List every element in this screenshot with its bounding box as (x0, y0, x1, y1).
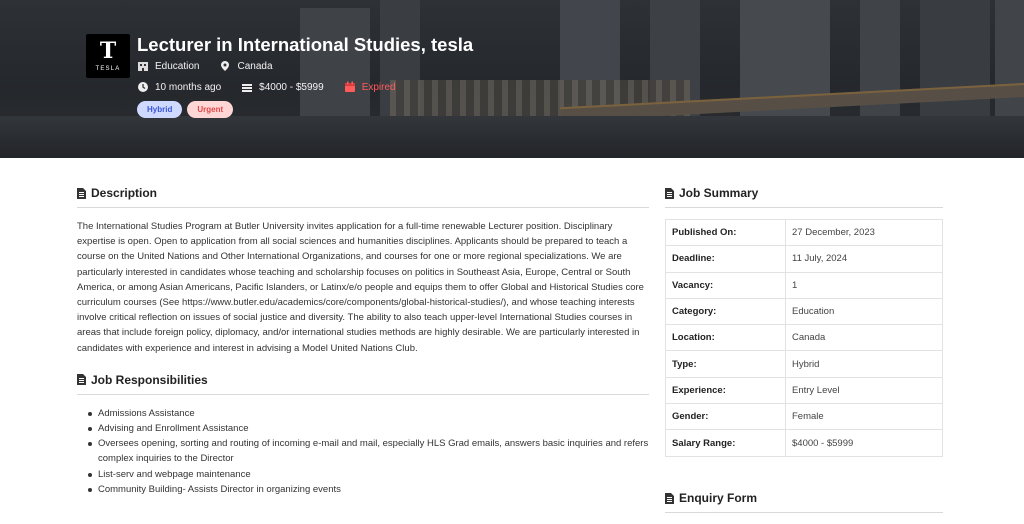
badge-urgent[interactable]: Urgent (187, 101, 234, 118)
description-heading: Description (77, 186, 649, 208)
list-item: Advising and Enrollment Assistance (87, 421, 649, 436)
document-icon (77, 374, 86, 386)
enquiry-form-section: Enquiry Form (665, 491, 943, 513)
summary-label: Experience: (665, 376, 786, 405)
job-meta-row-2: 10 months ago $4000 - $5999 Expired (137, 81, 396, 93)
table-row: Type: Hybrid (665, 350, 943, 378)
list-item: Admissions Assistance (87, 406, 649, 421)
job-location: Canada (237, 60, 273, 72)
table-row: Salary Range: $4000 - $5999 (665, 429, 943, 457)
table-row: Published On: 27 December, 2023 (665, 218, 943, 247)
summary-value: Education (785, 297, 943, 326)
summary-label: Location: (665, 324, 786, 352)
summary-value: 1 (785, 271, 943, 299)
summary-label: Type: (665, 350, 786, 378)
table-row: Gender: Female (665, 403, 943, 431)
enquiry-heading: Enquiry Form (665, 491, 943, 513)
job-details-main: Description The International Studies Pr… (77, 186, 649, 497)
responsibilities-list: Admissions Assistance Advising and Enrol… (77, 406, 649, 497)
table-row: Experience: Entry Level (665, 376, 943, 405)
list-item: Community Building- Assists Director in … (87, 482, 649, 497)
summary-label: Published On: (665, 218, 786, 247)
building-icon (137, 60, 149, 72)
summary-heading: Job Summary (665, 186, 943, 208)
list-item: List-serv and webpage maintenance (87, 467, 649, 482)
description-text: The International Studies Program at But… (77, 221, 644, 354)
badge-hybrid[interactable]: Hybrid (137, 101, 183, 118)
description-heading-label: Description (91, 186, 158, 200)
job-summary-table: Published On: 27 December, 2023 Deadline:… (665, 218, 943, 457)
clock-icon (137, 81, 149, 93)
responsibilities-heading-label: Job Responsibilities (91, 372, 208, 387)
summary-value: 27 December, 2023 (785, 218, 943, 247)
document-icon (77, 187, 86, 199)
summary-label: Vacancy: (665, 271, 786, 299)
money-icon (241, 81, 253, 93)
company-logo: T TESLA (86, 34, 130, 78)
summary-heading-label: Job Summary (679, 186, 759, 200)
calendar-icon (344, 81, 356, 93)
responsibilities-heading: Job Responsibilities (77, 373, 649, 395)
document-icon (665, 187, 674, 199)
summary-value: Hybrid (785, 350, 943, 378)
job-badges: Hybrid Urgent (137, 101, 234, 118)
summary-label: Gender: (665, 403, 786, 431)
location-pin-icon (219, 60, 231, 72)
company-logo-text: TESLA (95, 66, 121, 72)
job-summary-sidebar: Job Summary Published On: 27 December, 20… (665, 186, 943, 457)
job-title: Lecturer in International Studies, tesla (137, 34, 474, 55)
summary-value: Canada (785, 324, 943, 352)
job-category: Education (155, 60, 200, 72)
summary-label: Category: (665, 297, 786, 326)
summary-value: $4000 - $5999 (785, 429, 943, 457)
summary-label: Salary Range: (665, 429, 786, 457)
job-salary: $4000 - $5999 (259, 81, 324, 93)
job-posted: 10 months ago (155, 81, 222, 93)
table-row: Deadline: 11 July, 2024 (665, 245, 943, 273)
summary-value: Female (785, 403, 943, 431)
list-item: Oversees opening, sorting and routing of… (87, 436, 649, 466)
job-meta-row-1: Education Canada (137, 60, 273, 72)
summary-label: Deadline: (665, 245, 786, 273)
table-row: Vacancy: 1 (665, 271, 943, 299)
table-row: Location: Canada (665, 324, 943, 352)
hero-banner (0, 0, 1024, 158)
summary-value: Entry Level (785, 376, 943, 405)
summary-value: 11 July, 2024 (785, 245, 943, 273)
document-icon (665, 492, 674, 504)
table-row: Category: Education (665, 297, 943, 326)
job-status-expired: Expired (361, 81, 396, 93)
enquiry-heading-label: Enquiry Form (679, 491, 758, 505)
